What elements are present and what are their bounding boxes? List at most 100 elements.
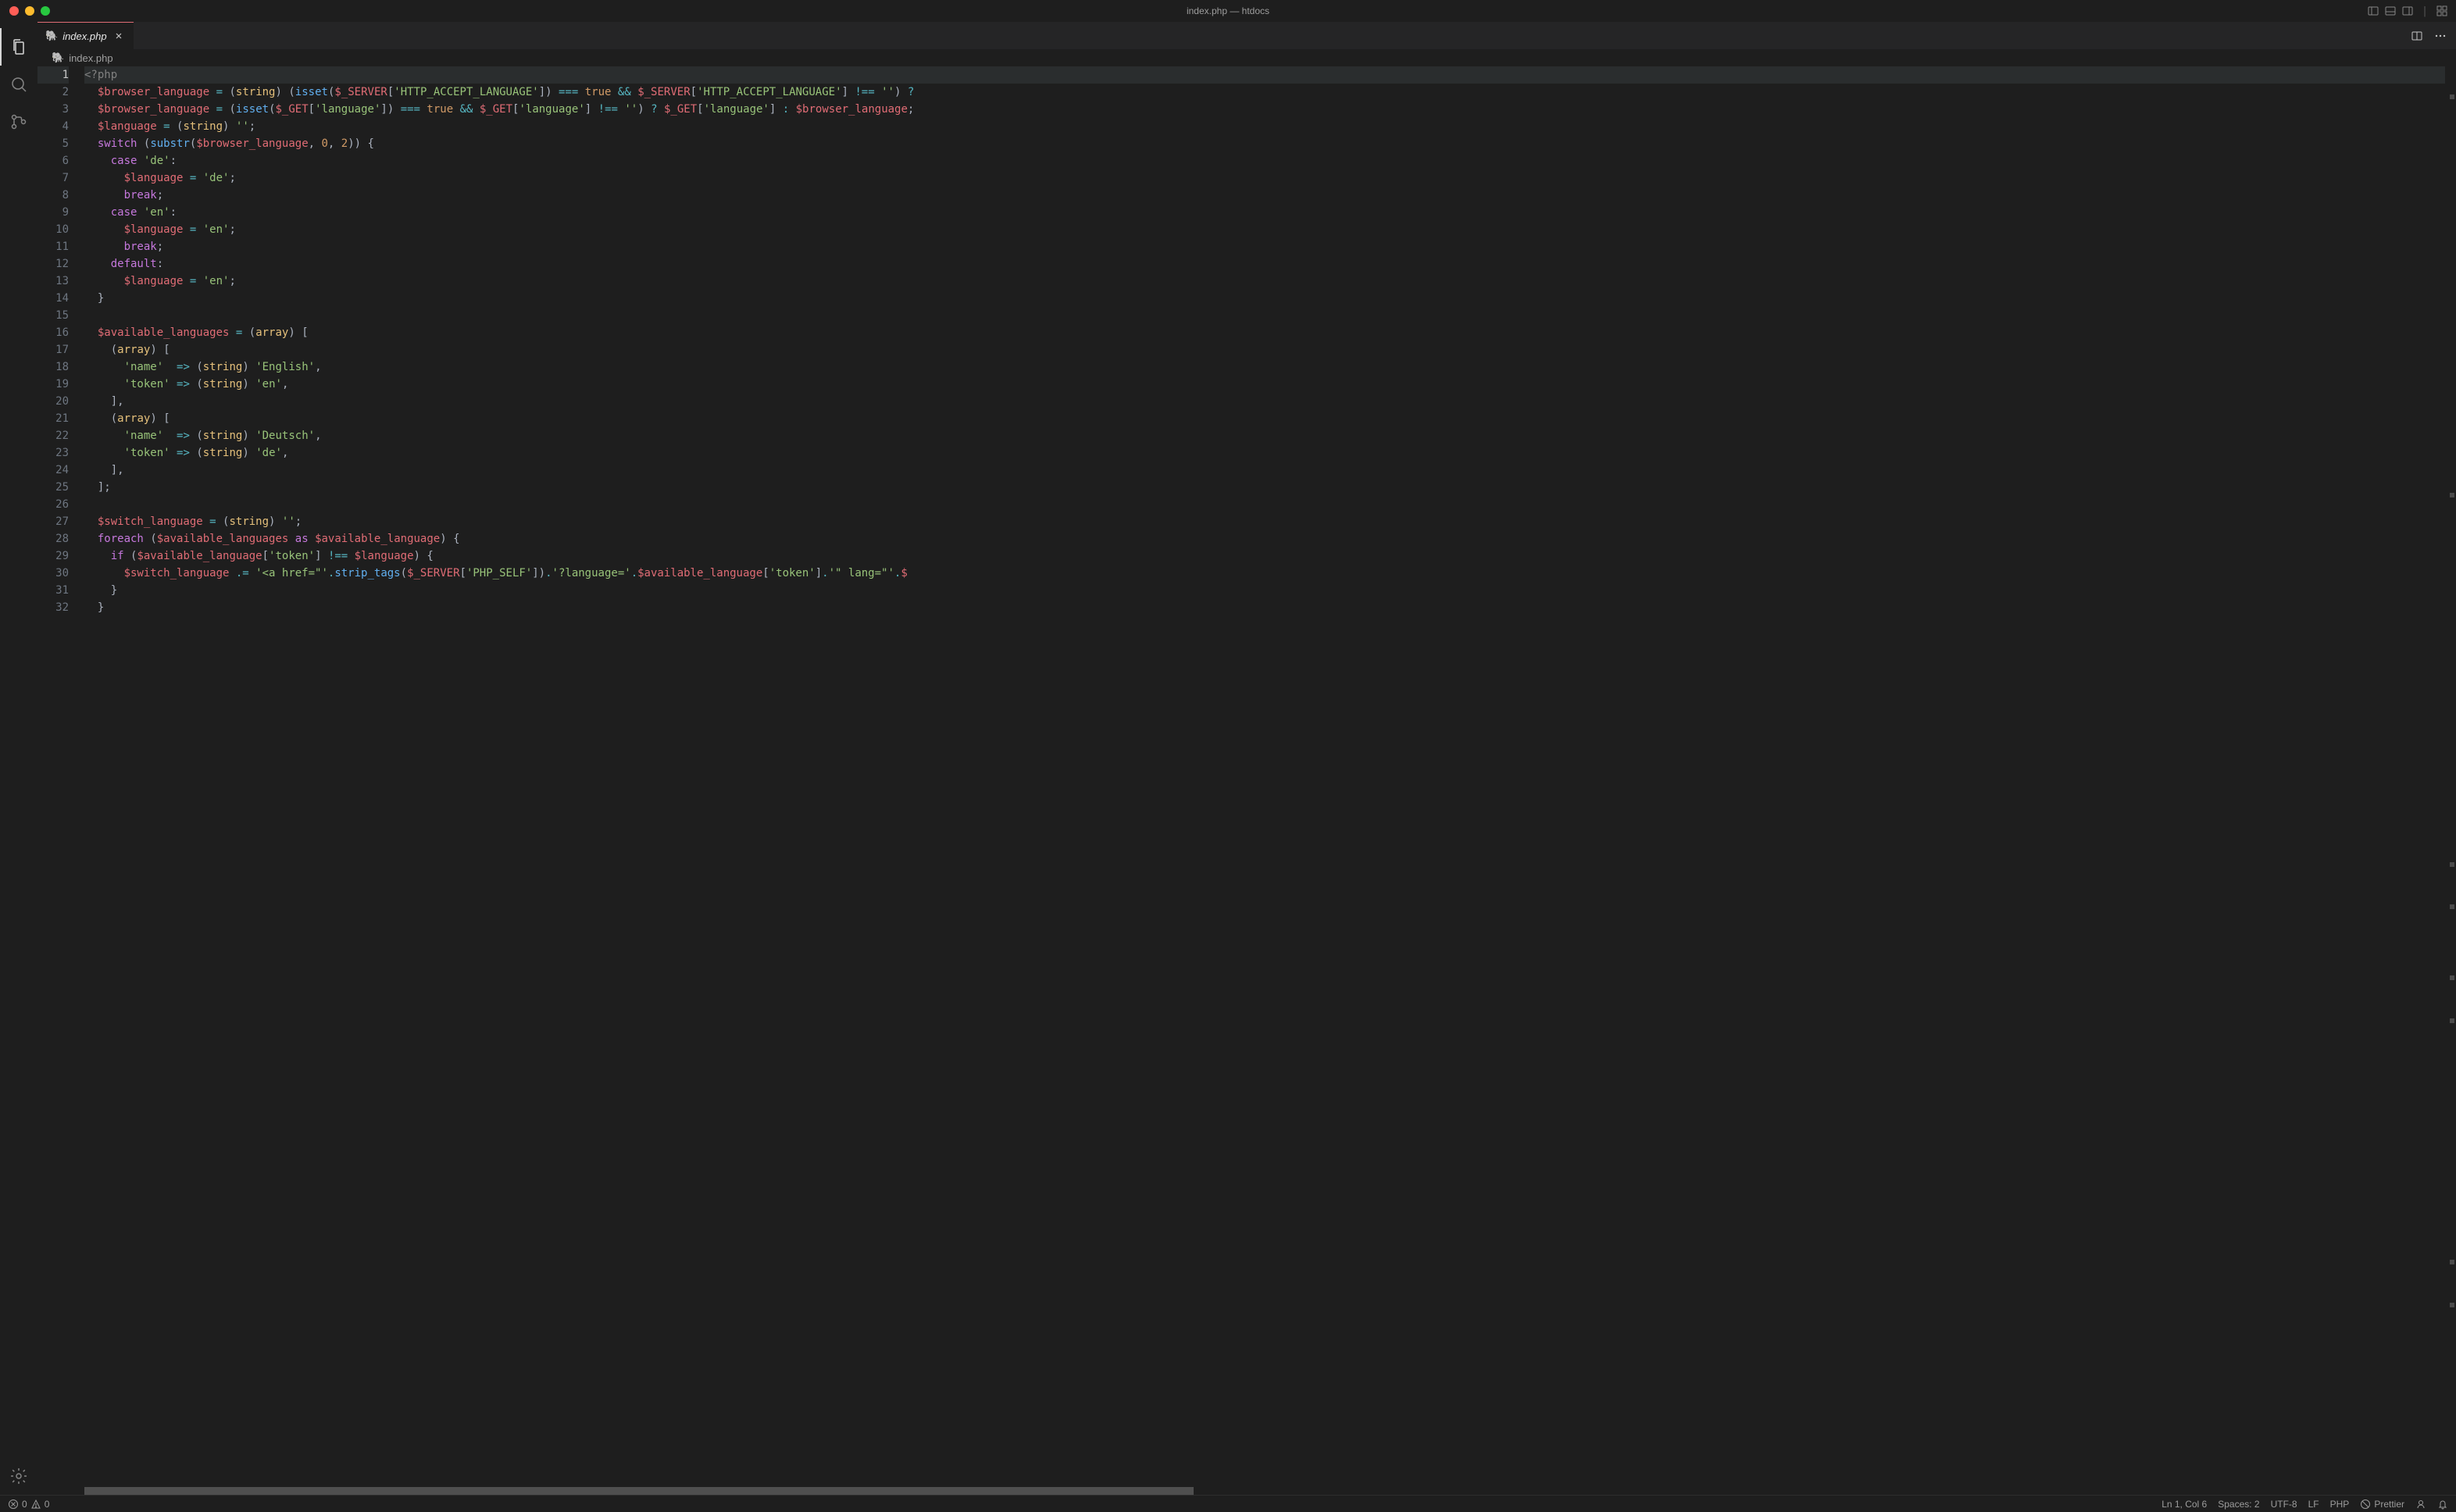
line-number: 17 bbox=[37, 341, 69, 358]
line-number: 26 bbox=[37, 496, 69, 513]
line-number: 11 bbox=[37, 238, 69, 255]
status-bar: 0 0 Ln 1, Col 6 Spaces: 2 UTF-8 LF PHP P… bbox=[0, 1495, 2456, 1512]
window-title: index.php — htdocs bbox=[1187, 5, 1269, 16]
line-number: 9 bbox=[37, 204, 69, 221]
line-number-gutter: 1234567891011121314151617181920212223242… bbox=[37, 66, 84, 1487]
code-line[interactable]: 'token' => (string) 'en', bbox=[84, 376, 2445, 393]
code-line[interactable]: foreach ($available_languages as $availa… bbox=[84, 530, 2445, 547]
code-line[interactable]: $available_languages = (array) [ bbox=[84, 324, 2445, 341]
status-indentation[interactable]: Spaces: 2 bbox=[2218, 1499, 2259, 1510]
code-line[interactable]: ], bbox=[84, 393, 2445, 410]
source-control-icon[interactable] bbox=[0, 103, 37, 141]
horizontal-scrollbar[interactable] bbox=[84, 1487, 2445, 1495]
line-number: 12 bbox=[37, 255, 69, 273]
minimap-scrollbar[interactable] bbox=[2445, 66, 2456, 1487]
code-line[interactable]: (array) [ bbox=[84, 410, 2445, 427]
status-prettier[interactable]: Prettier bbox=[2360, 1499, 2404, 1510]
code-line[interactable]: $switch_language .= '<a href="'.strip_ta… bbox=[84, 565, 2445, 582]
php-file-icon: 🐘 bbox=[52, 52, 64, 64]
more-actions-icon[interactable] bbox=[2434, 30, 2447, 42]
split-editor-icon[interactable] bbox=[2411, 30, 2423, 42]
toggle-primary-sidebar-icon[interactable] bbox=[2367, 5, 2379, 17]
status-language-mode[interactable]: PHP bbox=[2330, 1499, 2350, 1510]
code-editor[interactable]: 1234567891011121314151617181920212223242… bbox=[37, 66, 2456, 1487]
code-line[interactable]: ]; bbox=[84, 479, 2445, 496]
code-line[interactable]: break; bbox=[84, 187, 2445, 204]
tab-index-php[interactable]: 🐘 index.php bbox=[37, 22, 134, 49]
traffic-lights bbox=[0, 6, 50, 16]
line-number: 16 bbox=[37, 324, 69, 341]
line-number: 20 bbox=[37, 393, 69, 410]
line-number: 3 bbox=[37, 101, 69, 118]
code-line[interactable]: $browser_language = (isset($_GET['langua… bbox=[84, 101, 2445, 118]
code-line[interactable]: switch (substr($browser_language, 0, 2))… bbox=[84, 135, 2445, 152]
code-line[interactable]: <?php bbox=[84, 66, 2445, 84]
line-number: 21 bbox=[37, 410, 69, 427]
code-line[interactable]: } bbox=[84, 599, 2445, 616]
line-number: 30 bbox=[37, 565, 69, 582]
line-number: 27 bbox=[37, 513, 69, 530]
status-problems[interactable]: 0 0 bbox=[8, 1499, 49, 1510]
close-window-button[interactable] bbox=[9, 6, 19, 16]
line-number: 18 bbox=[37, 358, 69, 376]
code-line[interactable]: default: bbox=[84, 255, 2445, 273]
line-number: 23 bbox=[37, 444, 69, 462]
toggle-panel-icon[interactable] bbox=[2384, 5, 2397, 17]
line-number: 4 bbox=[37, 118, 69, 135]
customize-layout-icon[interactable] bbox=[2436, 5, 2448, 17]
code-line[interactable]: } bbox=[84, 290, 2445, 307]
code-line[interactable]: case 'en': bbox=[84, 204, 2445, 221]
code-line[interactable]: 'name' => (string) 'Deutsch', bbox=[84, 427, 2445, 444]
breadcrumb[interactable]: 🐘 index.php bbox=[37, 49, 2456, 66]
status-eol[interactable]: LF bbox=[2308, 1499, 2319, 1510]
code-line[interactable]: break; bbox=[84, 238, 2445, 255]
explorer-icon[interactable] bbox=[0, 28, 37, 66]
toggle-secondary-sidebar-icon[interactable] bbox=[2401, 5, 2414, 17]
code-line[interactable]: } bbox=[84, 582, 2445, 599]
settings-gear-icon[interactable] bbox=[0, 1457, 37, 1495]
code-line[interactable]: $language = 'en'; bbox=[84, 221, 2445, 238]
status-feedback-icon[interactable] bbox=[2415, 1499, 2426, 1510]
code-line[interactable]: (array) [ bbox=[84, 341, 2445, 358]
code-line[interactable]: ], bbox=[84, 462, 2445, 479]
main-layout: 🐘 index.php 🐘 index.php 12345678 bbox=[0, 22, 2456, 1495]
line-number: 25 bbox=[37, 479, 69, 496]
line-number: 5 bbox=[37, 135, 69, 152]
status-notifications-icon[interactable] bbox=[2437, 1499, 2448, 1510]
code-line[interactable] bbox=[84, 496, 2445, 513]
code-content[interactable]: <?php $browser_language = (string) (isse… bbox=[84, 66, 2445, 1487]
search-icon[interactable] bbox=[0, 66, 37, 103]
line-number: 2 bbox=[37, 84, 69, 101]
code-line[interactable]: 'name' => (string) 'English', bbox=[84, 358, 2445, 376]
line-number: 6 bbox=[37, 152, 69, 169]
line-number: 19 bbox=[37, 376, 69, 393]
tab-label: index.php bbox=[62, 30, 106, 42]
code-line[interactable]: case 'de': bbox=[84, 152, 2445, 169]
code-line[interactable]: if ($available_language['token'] !== $la… bbox=[84, 547, 2445, 565]
tab-bar-actions bbox=[2411, 22, 2456, 49]
code-line[interactable]: $browser_language = (string) (isset($_SE… bbox=[84, 84, 2445, 101]
code-line[interactable]: 'token' => (string) 'de', bbox=[84, 444, 2445, 462]
layout-separator: | bbox=[2419, 5, 2431, 17]
status-warnings-count: 0 bbox=[45, 1499, 50, 1510]
line-number: 13 bbox=[37, 273, 69, 290]
title-bar-layout-controls: | bbox=[2367, 5, 2456, 17]
line-number: 32 bbox=[37, 599, 69, 616]
line-number: 10 bbox=[37, 221, 69, 238]
tab-close-icon[interactable] bbox=[112, 29, 126, 43]
line-number: 29 bbox=[37, 547, 69, 565]
maximize-window-button[interactable] bbox=[41, 6, 50, 16]
status-encoding[interactable]: UTF-8 bbox=[2271, 1499, 2297, 1510]
minimize-window-button[interactable] bbox=[25, 6, 34, 16]
horizontal-scrollbar-thumb[interactable] bbox=[84, 1487, 1194, 1495]
code-line[interactable]: $switch_language = (string) ''; bbox=[84, 513, 2445, 530]
code-line[interactable]: $language = 'en'; bbox=[84, 273, 2445, 290]
tab-bar: 🐘 index.php bbox=[37, 22, 2456, 49]
line-number: 1 bbox=[37, 66, 69, 84]
status-cursor-position[interactable]: Ln 1, Col 6 bbox=[2161, 1499, 2207, 1510]
line-number: 7 bbox=[37, 169, 69, 187]
code-line[interactable] bbox=[84, 307, 2445, 324]
status-errors-count: 0 bbox=[22, 1499, 27, 1510]
code-line[interactable]: $language = 'de'; bbox=[84, 169, 2445, 187]
code-line[interactable]: $language = (string) ''; bbox=[84, 118, 2445, 135]
